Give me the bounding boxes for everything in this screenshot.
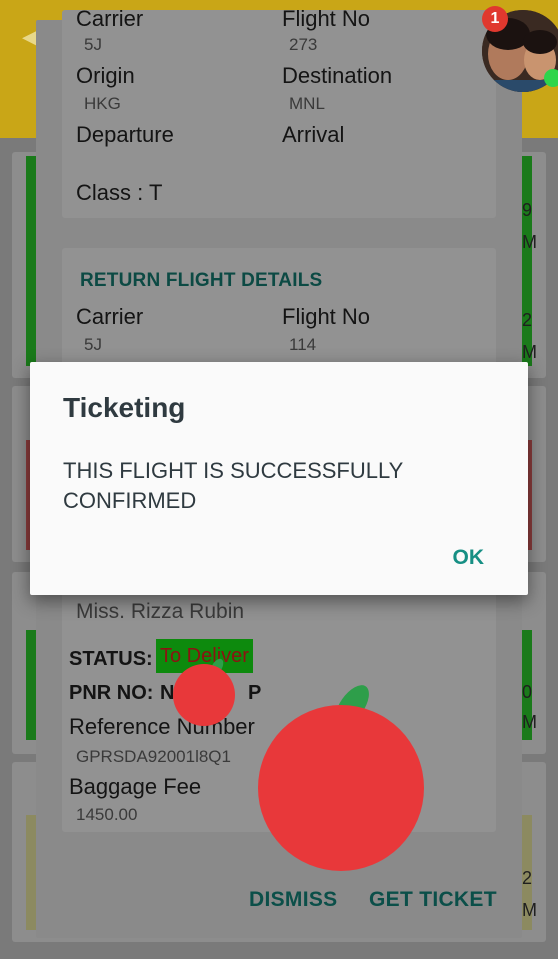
arrival-label: Arrival <box>282 122 345 147</box>
small-apple-icon[interactable] <box>170 655 240 729</box>
background-text: 0 <box>522 682 533 702</box>
return-flight-no-value: 114 <box>289 335 317 354</box>
background-card-stripe <box>26 630 36 740</box>
passenger-name: Miss. Rizza Rubin <box>76 600 245 623</box>
background-card-stripe <box>26 815 36 930</box>
return-flight-title: RETURN FLIGHT DETAILS <box>80 270 323 291</box>
flight-no-value: 273 <box>289 35 318 54</box>
return-flight-no-label: Flight No <box>282 304 371 329</box>
baggage-fee-value: 1450.00 <box>76 805 138 824</box>
background-text: M <box>522 712 537 732</box>
outbound-flight-card: Carrier Flight No 5J 273 Origin Destinat… <box>62 6 496 218</box>
background-text: 2 <box>522 310 533 330</box>
background-text: M <box>522 342 537 362</box>
dialog-title: Ticketing <box>63 392 186 423</box>
background-card-stripe <box>522 156 532 366</box>
carrier-label: Carrier <box>76 6 144 31</box>
departure-label: Departure <box>76 122 174 147</box>
ticketing-dialog: Ticketing THIS FLIGHT IS SUCCESSFULLY CO… <box>30 362 528 595</box>
pnr-label: PNR NO: <box>69 682 154 704</box>
online-status-dot <box>544 69 558 87</box>
origin-label: Origin <box>76 63 135 88</box>
class-text: Class : T <box>76 180 163 205</box>
notification-badge: 1 <box>482 6 508 32</box>
destination-label: Destination <box>282 63 393 88</box>
dismiss-button[interactable]: DISMISS <box>249 888 337 912</box>
background-card-stripe <box>26 156 36 366</box>
background-text: 9 <box>522 200 533 220</box>
background-text: 2 <box>522 868 533 888</box>
status-label: STATUS: <box>69 648 153 670</box>
return-carrier-value: 5J <box>84 335 102 354</box>
carrier-value: 5J <box>84 35 102 54</box>
origin-value: HKG <box>84 94 121 113</box>
background-text: M <box>522 900 537 920</box>
get-ticket-button[interactable]: GET TICKET <box>369 888 497 912</box>
reference-number-value: GPRSDA92001l8Q1 <box>76 747 231 766</box>
background-text: M <box>522 232 537 252</box>
flight-no-label: Flight No <box>282 6 371 31</box>
large-apple-icon[interactable] <box>252 680 432 872</box>
return-carrier-label: Carrier <box>76 304 144 329</box>
dialog-message: THIS FLIGHT IS SUCCESSFULLY CONFIRMED <box>63 458 403 513</box>
baggage-fee-label: Baggage Fee <box>69 774 202 799</box>
ok-button[interactable]: OK <box>453 546 485 570</box>
destination-value: MNL <box>289 94 325 113</box>
